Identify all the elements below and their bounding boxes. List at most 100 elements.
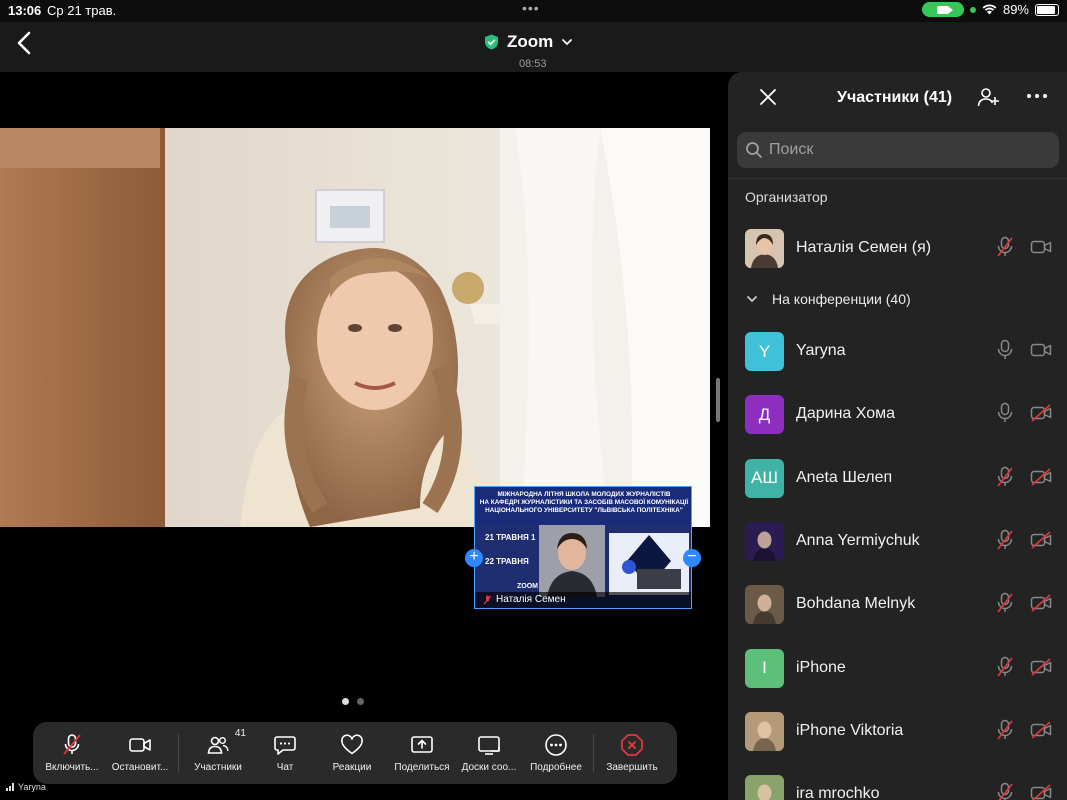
participant-name: Aneta Шелеп xyxy=(796,468,893,486)
mic-muted-icon[interactable] xyxy=(996,466,1014,488)
video-off-icon[interactable] xyxy=(1030,721,1052,739)
participant-search[interactable] xyxy=(737,132,1059,168)
video-off-icon[interactable] xyxy=(1030,657,1052,676)
add-user-icon[interactable] xyxy=(977,86,999,108)
unmute-button[interactable]: Включить... xyxy=(39,722,105,784)
section-in-meeting-label: На конференции (40) xyxy=(772,291,911,307)
chevron-down-icon xyxy=(562,38,573,46)
share-button[interactable]: Поделиться xyxy=(388,722,456,784)
video-camera-icon xyxy=(129,738,151,752)
participant-name: ira mrochko xyxy=(796,785,880,800)
search-input[interactable] xyxy=(769,141,1049,159)
mic-muted-icon[interactable] xyxy=(996,782,1014,800)
pip-date-2: 22 ТРАВНЯ xyxy=(485,557,529,566)
video-off-icon[interactable] xyxy=(1030,784,1052,800)
mic-muted-icon[interactable] xyxy=(996,719,1014,741)
participant-row[interactable]: ira mrochko xyxy=(728,767,1067,800)
self-view-pip[interactable]: МІЖНАРОДНА ЛІТНЯ ШКОЛА МОЛОДИХ ЖУРНАЛІСТ… xyxy=(474,486,692,609)
battery-percent: 89% xyxy=(1002,2,1029,17)
video-off-icon[interactable] xyxy=(1030,404,1052,422)
participant-name: Наталія Семен (я) xyxy=(796,239,932,256)
avatar-photo xyxy=(745,521,784,561)
chat-label: Чат xyxy=(276,762,294,773)
search-icon xyxy=(746,142,762,158)
participant-name: Дарина Хома xyxy=(796,405,896,423)
back-chevron-icon[interactable] xyxy=(14,30,36,56)
participant-name: iPhone Viktoria xyxy=(796,721,904,739)
participant-row[interactable]: iPhone Viktoria xyxy=(728,704,1067,760)
avatar-photo xyxy=(745,711,784,751)
camera-in-use-icon xyxy=(921,2,964,17)
meeting-title-button[interactable]: Zoom xyxy=(484,32,573,52)
section-in-meeting-header[interactable]: На конференции (40) xyxy=(746,291,911,307)
end-meeting-button[interactable]: Завершить xyxy=(597,722,667,784)
video-off-icon[interactable] xyxy=(1030,467,1052,486)
participant-row-host[interactable]: Наталія Семен (я) xyxy=(728,221,1067,277)
mic-muted-icon[interactable] xyxy=(996,529,1014,551)
avatar: I xyxy=(745,648,784,688)
participants-button[interactable]: 41 Участники xyxy=(182,722,254,784)
participant-name: iPhone xyxy=(796,658,846,676)
camera-indicator-dot xyxy=(969,6,976,13)
participants-label: Участники xyxy=(194,762,242,773)
divider xyxy=(728,178,1067,179)
device-name: Yaryna xyxy=(18,782,46,792)
avatar xyxy=(745,585,784,625)
more-button[interactable]: Подробнее xyxy=(522,722,590,784)
panel-resize-handle[interactable] xyxy=(716,378,720,422)
reactions-button[interactable]: Реакции xyxy=(316,722,388,784)
avatar xyxy=(745,711,784,751)
pip-banner-line: НА КАФЕДРІ ЖУРНАЛІСТИКИ ТА ЗАСОБІВ МАСОВ… xyxy=(479,499,689,506)
mic-muted-icon[interactable] xyxy=(996,656,1014,678)
avatar: Д xyxy=(745,395,784,435)
video-camera-icon[interactable] xyxy=(1030,238,1052,256)
avatar-photo xyxy=(745,585,784,625)
multitasking-dots-icon[interactable]: ••• xyxy=(522,0,540,16)
participant-row[interactable]: Y Yaryna xyxy=(728,324,1067,380)
more-label: Подробнее xyxy=(530,762,582,773)
mic-icon[interactable] xyxy=(996,339,1014,361)
meeting-title: Zoom xyxy=(507,32,554,51)
pip-banner: МІЖНАРОДНА ЛІТНЯ ШКОЛА МОЛОДИХ ЖУРНАЛІСТ… xyxy=(475,487,691,525)
meeting-topbar: Zoom 08:53 xyxy=(0,22,1067,72)
avatar xyxy=(745,229,784,268)
mic-muted-icon[interactable] xyxy=(996,592,1014,614)
video-off-icon[interactable] xyxy=(1030,594,1052,612)
mic-muted-icon xyxy=(63,734,81,755)
participant-row[interactable]: Д Дарина Хома xyxy=(728,387,1067,443)
chat-button[interactable]: Чат xyxy=(254,722,316,784)
pip-banner-line: НАЦІОНАЛЬНОГО УНІВЕРСИТЕТУ "ЛЬВІВСЬКА ПО… xyxy=(485,507,683,514)
avatar: Y xyxy=(745,332,784,371)
pip-minimize-button[interactable]: − xyxy=(683,549,701,567)
mic-muted-icon[interactable] xyxy=(996,236,1014,258)
speaker-video-frame xyxy=(0,128,710,527)
wifi-icon xyxy=(982,4,997,15)
participant-name: Yaryna xyxy=(796,342,846,359)
pip-banner-line: МІЖНАРОДНА ЛІТНЯ ШКОЛА МОЛОДИХ ЖУРНАЛІСТ… xyxy=(497,491,671,498)
mic-icon[interactable] xyxy=(996,402,1014,424)
participant-row[interactable]: Bohdana Melnyk xyxy=(728,577,1067,633)
meeting-timer: 08:53 xyxy=(519,58,547,70)
avatar xyxy=(745,775,784,800)
whiteboards-button[interactable]: Доски соо... xyxy=(456,722,522,784)
video-off-icon[interactable] xyxy=(1030,531,1052,549)
more-options-icon[interactable] xyxy=(1026,88,1048,104)
close-icon[interactable] xyxy=(758,87,778,107)
participant-name: Anna Yermiychuk xyxy=(796,531,920,549)
status-icons: 89% xyxy=(921,2,1059,17)
stop-video-button[interactable]: Остановит... xyxy=(105,722,175,784)
participant-row[interactable]: АШ Aneta Шелеп xyxy=(728,451,1067,507)
end-meeting-label: Завершить xyxy=(606,762,658,773)
page-dot xyxy=(357,698,364,705)
participant-row[interactable]: IiPhone xyxy=(728,641,1067,697)
avatar-photo xyxy=(745,775,784,800)
date: Ср 21 трав. xyxy=(47,3,117,18)
pip-poster-graphic xyxy=(609,533,689,595)
toolbar-separator xyxy=(593,734,594,772)
page-indicator[interactable] xyxy=(342,698,364,705)
pip-expand-button[interactable]: + xyxy=(465,549,483,567)
network-indicator: Yaryna xyxy=(6,782,46,792)
participant-row[interactable]: Anna Yermiychuk xyxy=(728,514,1067,570)
active-speaker-video[interactable] xyxy=(0,128,710,527)
video-camera-icon[interactable] xyxy=(1030,341,1052,359)
